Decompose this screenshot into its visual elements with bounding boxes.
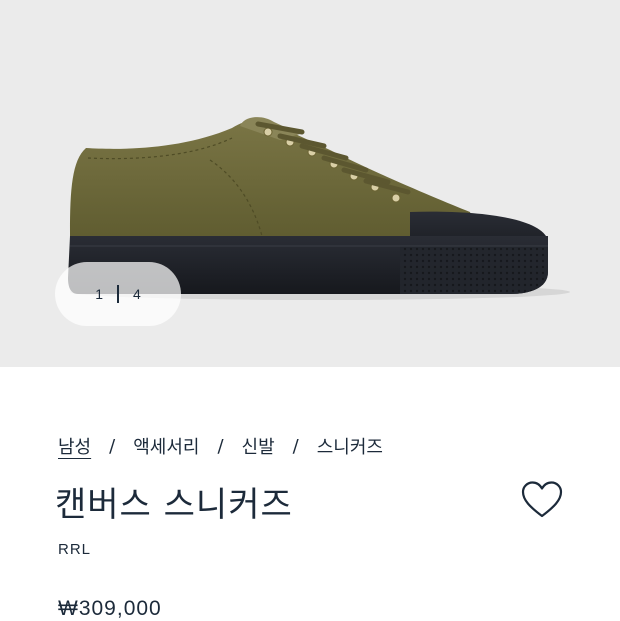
image-counter: 1 4 bbox=[55, 262, 181, 326]
counter-divider bbox=[117, 285, 119, 303]
breadcrumb-item-shoes[interactable]: 신발 bbox=[242, 433, 275, 459]
wishlist-button[interactable] bbox=[520, 480, 564, 520]
breadcrumb-separator: / bbox=[217, 435, 224, 457]
product-gallery[interactable]: 1 4 bbox=[0, 0, 620, 367]
breadcrumb-item-sneakers[interactable]: 스니커즈 bbox=[317, 433, 383, 459]
product-brand: RRL bbox=[58, 541, 92, 558]
breadcrumb-separator: / bbox=[109, 435, 116, 457]
breadcrumb-item-men[interactable]: 남성 bbox=[58, 433, 91, 459]
breadcrumb: 남성 / 액세서리 / 신발 / 스니커즈 bbox=[58, 433, 383, 459]
breadcrumb-item-accessories[interactable]: 액세서리 bbox=[133, 433, 199, 459]
image-counter-current: 1 bbox=[95, 286, 103, 302]
product-title: 캔버스 스니커즈 bbox=[55, 485, 293, 525]
product-price: ₩309,000 bbox=[58, 597, 162, 620]
breadcrumb-separator: / bbox=[292, 435, 299, 457]
heart-icon bbox=[521, 481, 563, 518]
image-counter-total: 4 bbox=[133, 286, 141, 302]
